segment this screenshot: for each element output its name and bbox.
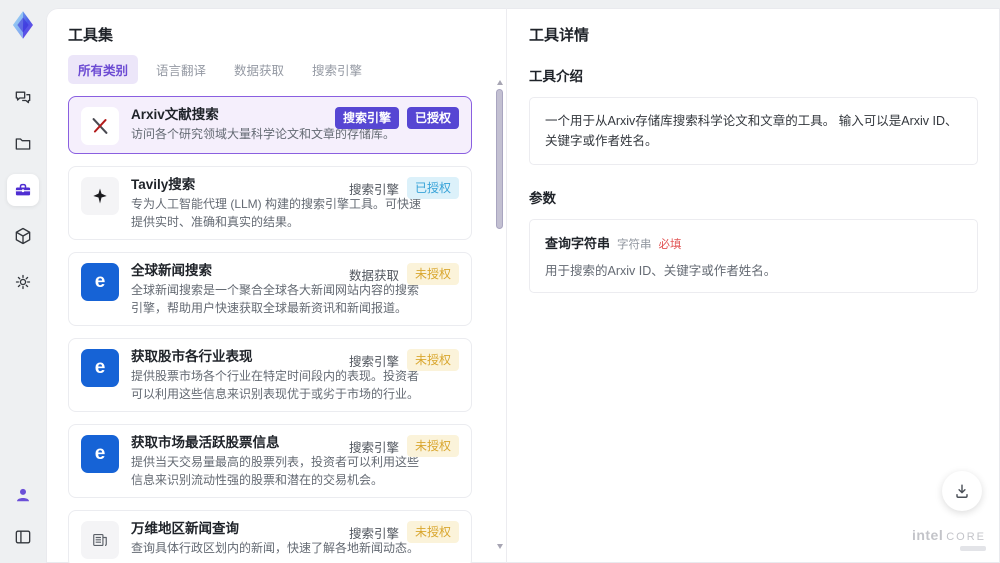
intro-box: 一个用于从Arxiv存储库搜索科学论文和文章的工具。 输入可以是Arxiv ID…	[529, 97, 978, 165]
main-panel: 工具集 所有类别 语言翻译 数据获取 搜索引擎 Arxiv文献搜索 访问各个研究…	[46, 8, 1000, 563]
stock-app-icon: e	[81, 435, 119, 473]
stock-app-icon: e	[81, 349, 119, 387]
category-label: 数据获取	[348, 268, 399, 283]
auth-status-badge: 未授权	[406, 263, 459, 285]
param-desc: 用于搜索的Arxiv ID、关键字或作者姓名。	[545, 264, 777, 278]
news-app-icon: e	[81, 263, 119, 301]
download-button[interactable]	[942, 471, 982, 511]
tavily-logo-icon	[81, 177, 119, 215]
tool-desc: 专为人工智能代理 (LLM) 构建的搜索引擎工具。可快速提供实时、准确和真实的结…	[131, 197, 422, 229]
sidebar-item-chat[interactable]	[7, 82, 39, 114]
arxiv-logo-icon	[81, 107, 119, 145]
tab-all-categories[interactable]: 所有类别	[68, 55, 139, 84]
detail-title: 工具详情	[529, 27, 590, 44]
sidebar-item-collapse[interactable]	[7, 521, 39, 553]
sidebar-rail	[0, 0, 46, 563]
tool-card-list: Arxiv文献搜索 访问各个研究领域大量科学论文和文章的存储库。 搜索引擎 已授…	[68, 96, 486, 563]
tab-data-acquisition[interactable]: 数据获取	[224, 55, 294, 84]
sidebar-item-account[interactable]	[7, 479, 39, 511]
tool-list-panel: 工具集 所有类别 语言翻译 数据获取 搜索引擎 Arxiv文献搜索 访问各个研究…	[46, 8, 506, 563]
toolbox-icon	[13, 180, 33, 200]
settings-icon	[13, 272, 33, 292]
param-name: 查询字符串	[545, 236, 611, 251]
cube-icon	[13, 226, 33, 246]
sidebar-item-toolbox[interactable]	[7, 174, 39, 206]
tool-card-most-active-stocks[interactable]: e 获取市场最活跃股票信息 提供当天交易量最高的股票列表，投资者可以利用这些信息…	[68, 424, 472, 498]
category-tabs: 所有类别 语言翻译 数据获取 搜索引擎	[68, 55, 486, 84]
auth-status-badge: 已授权	[406, 177, 459, 199]
intro-heading: 工具介绍	[529, 69, 583, 84]
category-label: 搜索引擎	[348, 526, 399, 541]
tool-card-tavily[interactable]: Tavily搜索 专为人工智能代理 (LLM) 构建的搜索引擎工具。可快速提供实…	[68, 166, 472, 240]
scroll-down-arrow-icon[interactable]	[497, 544, 503, 549]
params-heading: 参数	[529, 191, 556, 206]
intel-sub-mark	[960, 546, 986, 551]
category-label: 搜索引擎	[348, 182, 399, 197]
auth-status-badge: 未授权	[406, 435, 459, 457]
newspaper-icon	[81, 521, 119, 559]
core-wordmark: CORE	[946, 531, 986, 543]
tool-detail-panel: 工具详情 工具介绍 一个用于从Arxiv存储库搜索科学论文和文章的工具。 输入可…	[506, 8, 1000, 563]
tool-card-sector-performance[interactable]: e 获取股市各行业表现 提供股票市场各个行业在特定时间段内的表现。投资者可以利用…	[68, 338, 472, 412]
sidebar-item-files[interactable]	[7, 128, 39, 160]
tool-card-global-news[interactable]: e 全球新闻搜索 全球新闻搜索是一个聚合全球各大新闻网站内容的搜索引擎，帮助用户…	[68, 252, 472, 326]
category-badge: 搜索引擎	[334, 107, 399, 129]
tab-search-engine[interactable]: 搜索引擎	[302, 55, 372, 84]
auth-status-badge: 未授权	[406, 521, 459, 543]
folder-icon	[13, 134, 33, 154]
tool-desc: 提供股票市场各个行业在特定时间段内的表现。投资者可以利用这些信息来识别表现优于或…	[131, 369, 420, 401]
auth-status-badge: 已授权	[406, 107, 459, 129]
app-logo-icon	[8, 10, 38, 40]
user-icon	[13, 485, 33, 505]
tool-desc: 提供当天交易量最高的股票列表，投资者可以利用这些信息来识别流动性强的股票和潜在的…	[131, 455, 420, 487]
panel-toggle-icon	[13, 527, 33, 547]
sidebar-item-settings[interactable]	[7, 266, 39, 298]
category-label: 搜索引擎	[348, 354, 399, 369]
tab-language-translation[interactable]: 语言翻译	[146, 55, 216, 84]
scroll-up-arrow-icon[interactable]	[497, 80, 503, 85]
chat-icon	[13, 88, 33, 108]
tool-desc: 全球新闻搜索是一个聚合全球各大新闻网站内容的搜索引擎，帮助用户快速获取全球最新资…	[131, 283, 420, 315]
tool-card-regional-news[interactable]: 万维地区新闻查询 查询具体行政区划内的新闻，快速了解各地新闻动态。 搜索引擎 未…	[68, 510, 472, 563]
intel-core-logo: intel CORE	[912, 527, 986, 551]
page-title: 工具集	[68, 27, 114, 44]
tool-card-arxiv[interactable]: Arxiv文献搜索 访问各个研究领域大量科学论文和文章的存储库。 搜索引擎 已授…	[68, 96, 472, 154]
download-icon	[952, 481, 972, 501]
param-box: 查询字符串 字符串 必填 用于搜索的Arxiv ID、关键字或作者姓名。	[529, 219, 978, 293]
auth-status-badge: 未授权	[406, 349, 459, 371]
intel-wordmark: intel	[911, 527, 944, 543]
category-label: 搜索引擎	[348, 440, 399, 455]
param-required-flag: 必填	[658, 239, 682, 251]
sidebar-item-models[interactable]	[7, 220, 39, 252]
scrollbar-thumb[interactable]	[496, 89, 503, 229]
list-scrollbar[interactable]	[496, 80, 504, 563]
param-type: 字符串	[617, 239, 652, 251]
